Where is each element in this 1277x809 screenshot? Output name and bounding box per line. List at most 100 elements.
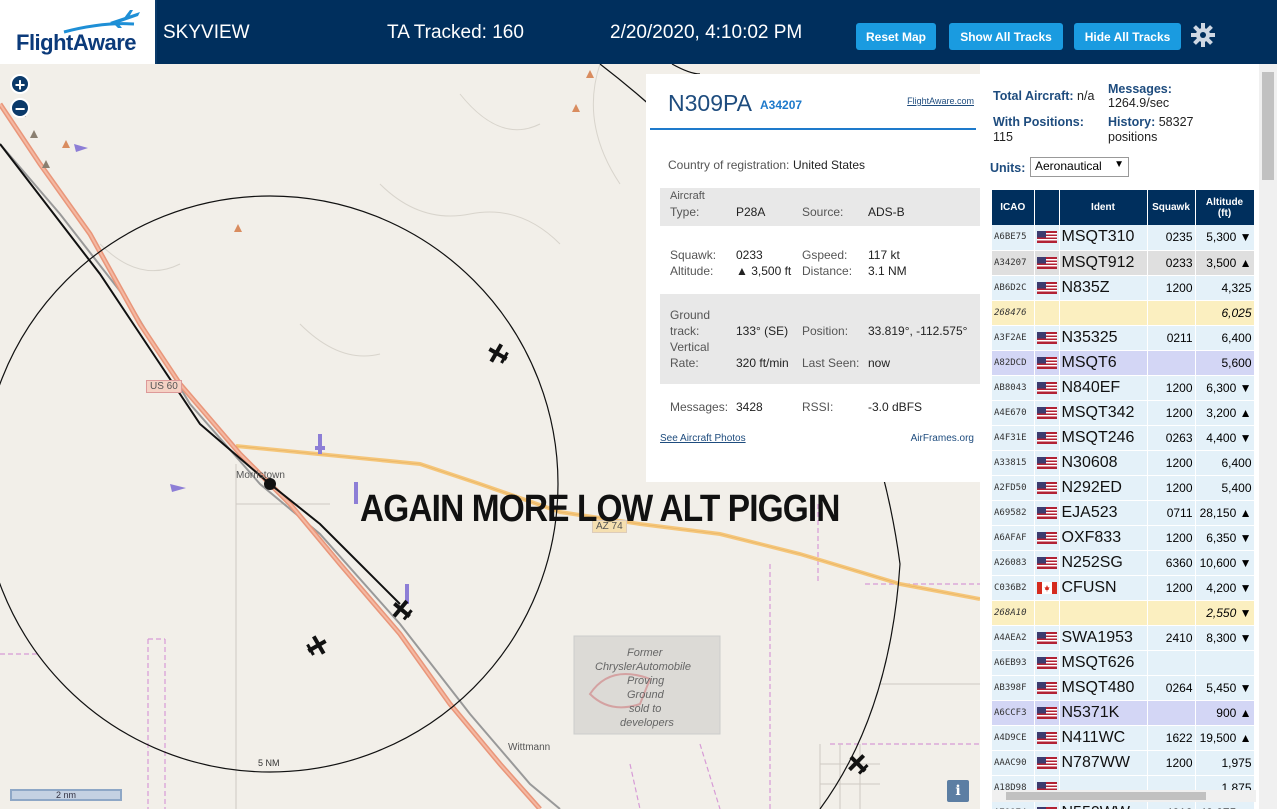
reset-map-button[interactable]: Reset Map (856, 23, 936, 50)
altitude-value: ▲ 3,500 ft (736, 264, 792, 278)
selected-aircraft-icon[interactable] (390, 598, 414, 622)
row-icao: A6BE75 (992, 225, 1035, 251)
row-squawk: 1200 (1147, 375, 1196, 401)
aircraft-row[interactable]: A6AFAF OXF833 1200 6,350 ▼ (992, 525, 1255, 551)
row-squawk: 0235 (1147, 225, 1196, 251)
row-flag (1034, 275, 1060, 301)
row-ident: MSQT480 (1059, 675, 1148, 701)
row-ident: MSQT246 (1059, 425, 1148, 451)
aircraft-list-panel: Total Aircraft: n/a Messages: 1264.9/sec… (980, 64, 1277, 809)
with-positions-value: 115 (993, 130, 1013, 144)
aircraft-row[interactable]: C036B2 CFUSN 1200 4,200 ▼ (992, 575, 1255, 601)
aircraft-row[interactable]: A3F2AE N35325 0211 6,400 (992, 325, 1255, 351)
aircraft-row[interactable]: AB6D2C N835Z 1200 4,325 (992, 275, 1255, 301)
aircraft-row[interactable]: 268A10 2,550 ▼ (992, 600, 1255, 626)
column-header-flag[interactable] (1034, 190, 1060, 225)
aircraft-row[interactable]: A33815 N30608 1200 6,400 (992, 450, 1255, 476)
aircraft-row[interactable]: A6EB93 MSQT626 (992, 650, 1255, 676)
flightaware-link[interactable]: FlightAware.com (907, 96, 974, 106)
aircraft-icon[interactable] (305, 634, 329, 658)
total-aircraft-label: Total Aircraft: (993, 89, 1074, 103)
row-altitude: 6,400 (1195, 450, 1255, 476)
scrollbar-thumb[interactable] (1262, 72, 1274, 180)
area-label-line-5: sold to (629, 703, 662, 715)
aircraft-row[interactable]: A6BE75 MSQT310 0235 5,300 ▼ (992, 225, 1255, 251)
country-label: Country of registration: (668, 158, 790, 172)
row-altitude: 3,500 ▲ (1195, 250, 1255, 276)
aircraft-row[interactable]: AAAC90 N787WW 1200 1,975 (992, 750, 1255, 776)
row-squawk: 1200 (1147, 275, 1196, 301)
aircraft-row[interactable]: 268476 6,025 (992, 300, 1255, 326)
squawk-value: 0233 (736, 248, 763, 262)
history-label: History: (1108, 115, 1156, 129)
area-label-line-2: ChryslerAutomobile (595, 661, 691, 673)
row-icao: A4E670 (992, 400, 1035, 426)
aircraft-row[interactable]: A82DCD MSQT6 5,600 (992, 350, 1255, 376)
row-icao: A4F31E (992, 425, 1035, 451)
aircraft-row[interactable]: A2FD50 N292ED 1200 5,400 (992, 475, 1255, 501)
aircraft-icon[interactable] (846, 752, 870, 776)
row-flag (1034, 725, 1060, 751)
aircraft-row[interactable]: A34207 MSQT912 0233 3,500 ▲ (992, 250, 1255, 276)
us-flag-icon (1036, 556, 1057, 569)
rssi-label: RSSI: (802, 400, 834, 414)
row-icao: A2FD50 (992, 475, 1035, 501)
aircraft-row[interactable]: AB398F MSQT480 0264 5,450 ▼ (992, 675, 1255, 701)
horizontal-scrollbar[interactable] (992, 790, 1256, 802)
aircraft-photos-link[interactable]: See Aircraft Photos (660, 433, 746, 444)
airframes-link[interactable]: AirFrames.org (911, 433, 974, 444)
row-ident: N835Z (1059, 275, 1148, 301)
column-header-ident[interactable]: Ident (1059, 190, 1148, 225)
row-flag (1034, 575, 1060, 601)
row-ident: SWA1953 (1059, 625, 1148, 651)
aircraft-row[interactable]: AB8043 N840EF 1200 6,300 ▼ (992, 375, 1255, 401)
row-ident: MSQT912 (1059, 250, 1148, 276)
row-icao: AB8043 (992, 375, 1035, 401)
aircraft-row[interactable]: A6CCF3 N5371K 900 ▲ (992, 700, 1255, 726)
aircraft-row[interactable]: A4AEA2 SWA1953 2410 8,300 ▼ (992, 625, 1255, 651)
map-info-button[interactable]: i (947, 780, 969, 802)
hide-all-tracks-button[interactable]: Hide All Tracks (1074, 23, 1181, 50)
gspeed-value: 117 kt (868, 248, 900, 262)
history-unit: positions (1108, 130, 1158, 144)
flightaware-logo[interactable]: FlightAware (0, 0, 157, 64)
row-icao: A26083 (992, 550, 1035, 576)
row-ident: N411WC (1059, 725, 1148, 751)
units-select[interactable]: Aeronautical ▼ (1030, 157, 1129, 177)
horizontal-scrollbar-thumb[interactable] (1006, 792, 1206, 800)
show-all-tracks-button[interactable]: Show All Tracks (949, 23, 1063, 50)
row-altitude: 8,300 ▼ (1195, 625, 1255, 651)
row-icao: A34207 (992, 250, 1035, 276)
aircraft-row[interactable]: A4E670 MSQT342 1200 3,200 ▲ (992, 400, 1255, 426)
row-ident: MSQT342 (1059, 400, 1148, 426)
column-header-squawk[interactable]: Squawk (1147, 190, 1196, 225)
detail-divider (650, 128, 976, 130)
row-altitude: 1,975 (1195, 750, 1255, 776)
aircraft-row[interactable]: A4F31E MSQT246 0263 4,400 ▼ (992, 425, 1255, 451)
aircraft-row[interactable]: A69582 EJA523 0711 28,150 ▲ (992, 500, 1255, 526)
row-icao: AB398F (992, 675, 1035, 701)
aircraft-row[interactable]: A26083 N252SG 6360 10,600 ▼ (992, 550, 1255, 576)
row-ident (1059, 600, 1148, 626)
settings-gear-icon[interactable] (1190, 22, 1216, 48)
column-header-altitude[interactable]: Altitude (ft) (1195, 190, 1255, 225)
aircraft-row[interactable]: A4D9CE N411WC 1622 19,500 ▲ (992, 725, 1255, 751)
row-squawk: 2410 (1147, 625, 1196, 651)
us-flag-icon (1036, 506, 1057, 519)
total-aircraft-value: n/a (1077, 89, 1095, 103)
rssi-value: -3.0 dBFS (868, 400, 923, 414)
row-icao: A6CCF3 (992, 700, 1035, 726)
row-squawk (1147, 300, 1196, 326)
aircraft-detail-panel: N309PA A34207 FlightAware.com Country of… (646, 74, 980, 482)
row-flag (1034, 600, 1060, 626)
zoom-in-button[interactable]: + (10, 74, 30, 95)
column-header-icao[interactable]: ICAO (992, 190, 1035, 225)
top-header: FlightAware SKYVIEW TA Tracked: 160 2/20… (0, 0, 1277, 64)
aircraft-icon[interactable] (486, 342, 510, 366)
range-ring-label: 5 NM (258, 758, 280, 768)
with-positions-label: With Positions: (993, 115, 1084, 129)
vertical-scrollbar[interactable] (1259, 64, 1277, 809)
ground-track-label-2: track: (670, 324, 700, 338)
row-altitude: 4,325 (1195, 275, 1255, 301)
zoom-out-button[interactable]: − (10, 98, 30, 119)
